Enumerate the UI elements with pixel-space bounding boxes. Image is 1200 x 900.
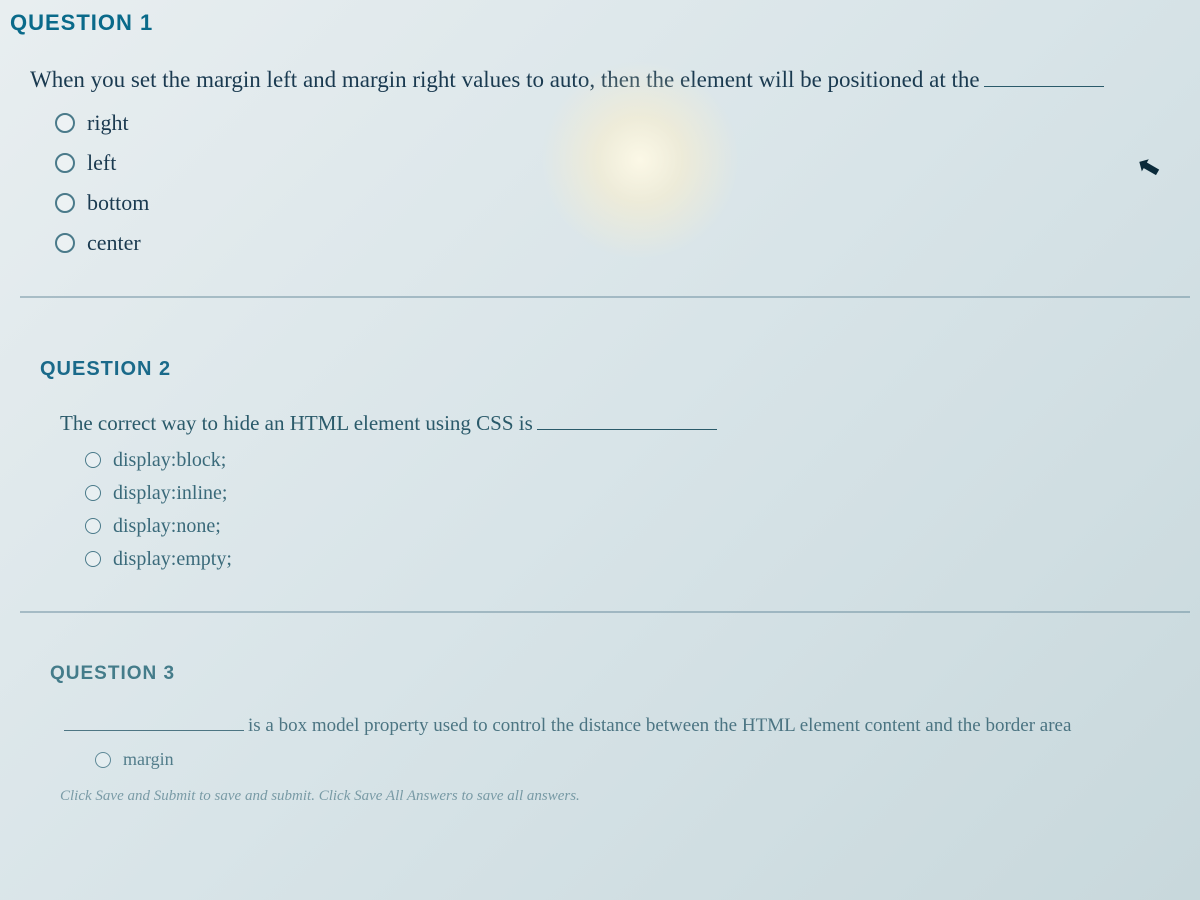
question-3-text: is a box model property used to control … bbox=[60, 713, 1200, 740]
q2-option-none[interactable]: display:none; bbox=[85, 515, 1200, 538]
radio-icon bbox=[55, 193, 75, 213]
question-2-options: display:block; display:inline; display:n… bbox=[85, 449, 1200, 571]
divider bbox=[20, 296, 1190, 298]
radio-icon bbox=[85, 551, 101, 567]
q1-option-bottom[interactable]: bottom bbox=[55, 190, 1200, 216]
radio-icon bbox=[55, 233, 75, 253]
divider bbox=[20, 611, 1190, 613]
radio-icon bbox=[55, 113, 75, 133]
q1-option-center[interactable]: center bbox=[55, 230, 1200, 256]
q3-option-margin[interactable]: margin bbox=[95, 749, 1200, 770]
question-1-text: When you set the margin left and margin … bbox=[30, 64, 1200, 96]
q2-option-block[interactable]: display:block; bbox=[85, 449, 1200, 472]
question-2-header: QUESTION 2 bbox=[40, 358, 1200, 381]
radio-icon bbox=[85, 452, 101, 468]
radio-icon bbox=[85, 485, 101, 501]
q1-option-right[interactable]: right bbox=[55, 110, 1200, 136]
footer-instructions: Click Save and Submit to save and submit… bbox=[60, 788, 1200, 805]
quiz-page: QUESTION 1 When you set the margin left … bbox=[0, 0, 1200, 805]
question-2-text: The correct way to hide an HTML element … bbox=[60, 409, 1200, 438]
question-1-options: right left bottom center bbox=[55, 110, 1200, 256]
q1-option-left[interactable]: left bbox=[55, 150, 1200, 176]
question-3-header: QUESTION 3 bbox=[50, 663, 1200, 685]
question-1-header: QUESTION 1 bbox=[10, 10, 1200, 36]
radio-icon bbox=[85, 518, 101, 534]
q2-option-empty[interactable]: display:empty; bbox=[85, 548, 1200, 571]
q2-option-inline[interactable]: display:inline; bbox=[85, 482, 1200, 505]
question-3-options: margin bbox=[95, 749, 1200, 770]
radio-icon bbox=[55, 153, 75, 173]
radio-icon bbox=[95, 752, 111, 768]
